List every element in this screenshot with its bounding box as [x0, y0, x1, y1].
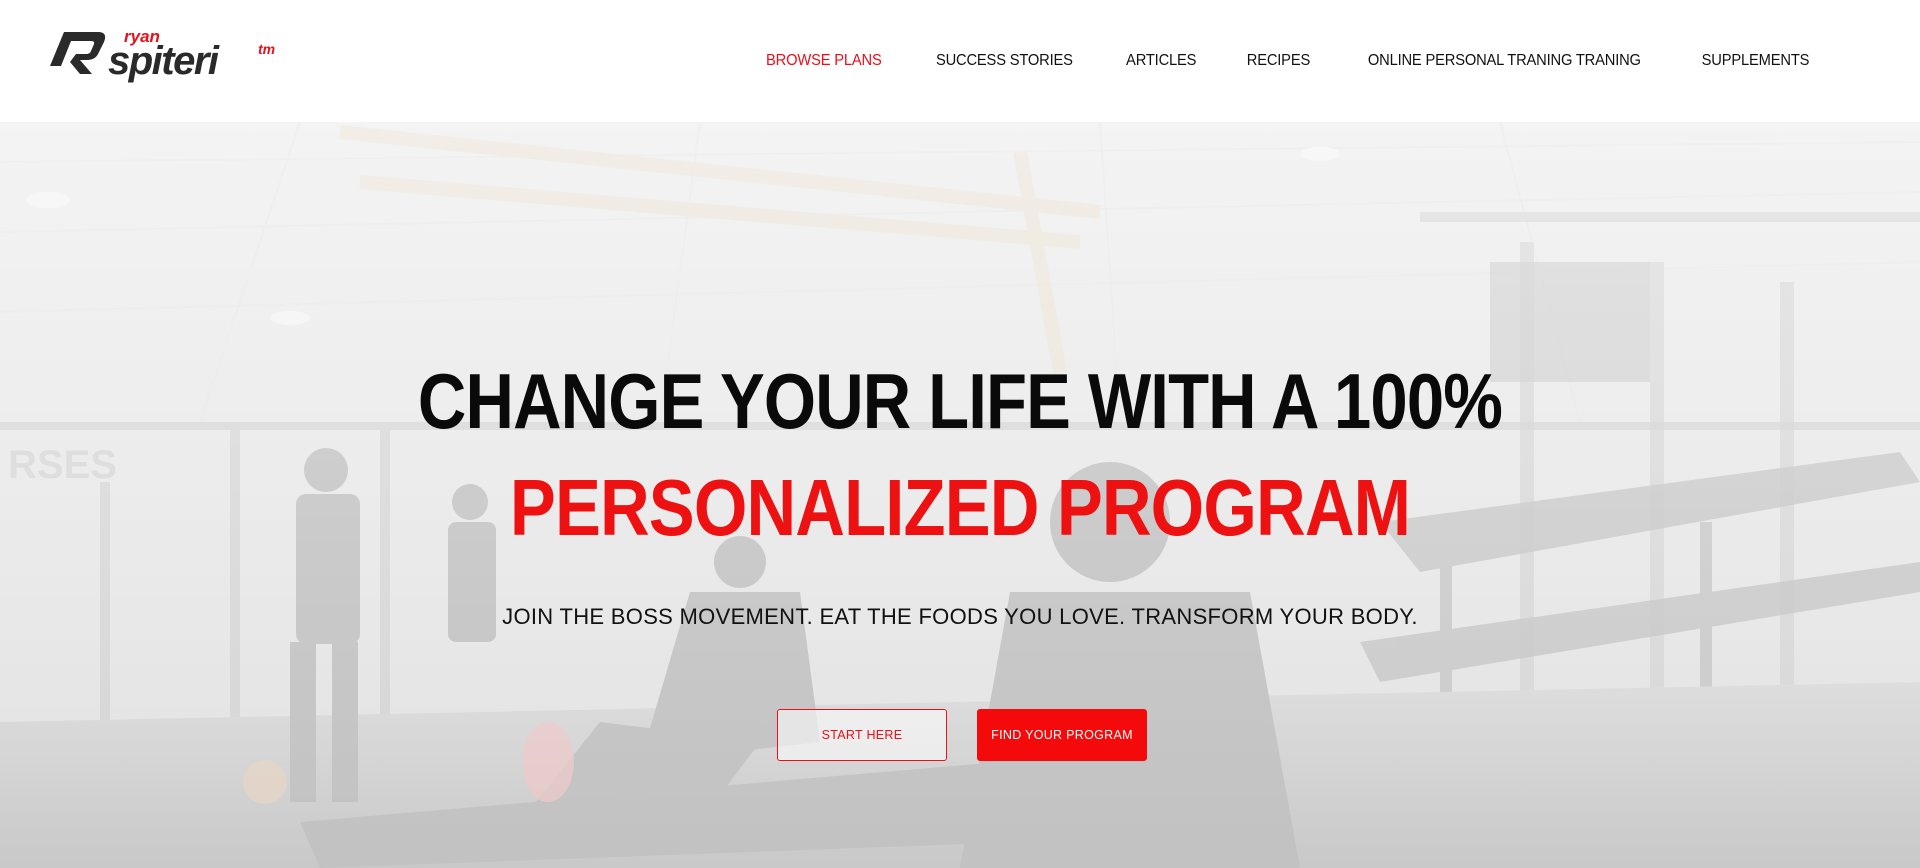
nav-item-articles[interactable]: ARTICLES — [1126, 52, 1196, 70]
nav-item-online-personal-training[interactable]: ONLINE PERSONAL TRANING TRANING — [1368, 52, 1641, 70]
hero-headline-line1: CHANGE YOUR LIFE WITH A 100% — [417, 357, 1503, 445]
hero-tagline: JOIN THE BOSS MOVEMENT. EAT THE FOODS YO… — [502, 604, 1418, 629]
brand-logo[interactable]: ryan spiteri tm — [46, 24, 286, 94]
svg-text:tm: tm — [258, 41, 275, 57]
site-header: ryan spiteri tm BROWSE PLANS SUCCESS STO… — [0, 0, 1920, 122]
nav-item-browse-plans[interactable]: BROWSE PLANS — [766, 52, 882, 70]
start-here-button[interactable]: START HERE — [777, 709, 947, 761]
logo-icon: ryan spiteri tm — [50, 27, 275, 83]
svg-text:spiteri: spiteri — [108, 39, 220, 83]
hero-section: RSES — [0, 122, 1920, 868]
nav-item-recipes[interactable]: RECIPES — [1246, 52, 1310, 70]
nav-item-success-stories[interactable]: SUCCESS STORIES — [936, 52, 1073, 70]
hero-cta-row: START HERE FIND YOUR PROGRAM — [0, 709, 1920, 761]
main-nav: BROWSE PLANS SUCCESS STORIES ARTICLES RE… — [717, 0, 1814, 122]
nav-item-supplements[interactable]: SUPPLEMENTS — [1702, 52, 1810, 70]
hero-headline-line2: PERSONALIZED PROGRAM — [509, 463, 1411, 552]
find-your-program-button[interactable]: FIND YOUR PROGRAM — [977, 709, 1147, 761]
